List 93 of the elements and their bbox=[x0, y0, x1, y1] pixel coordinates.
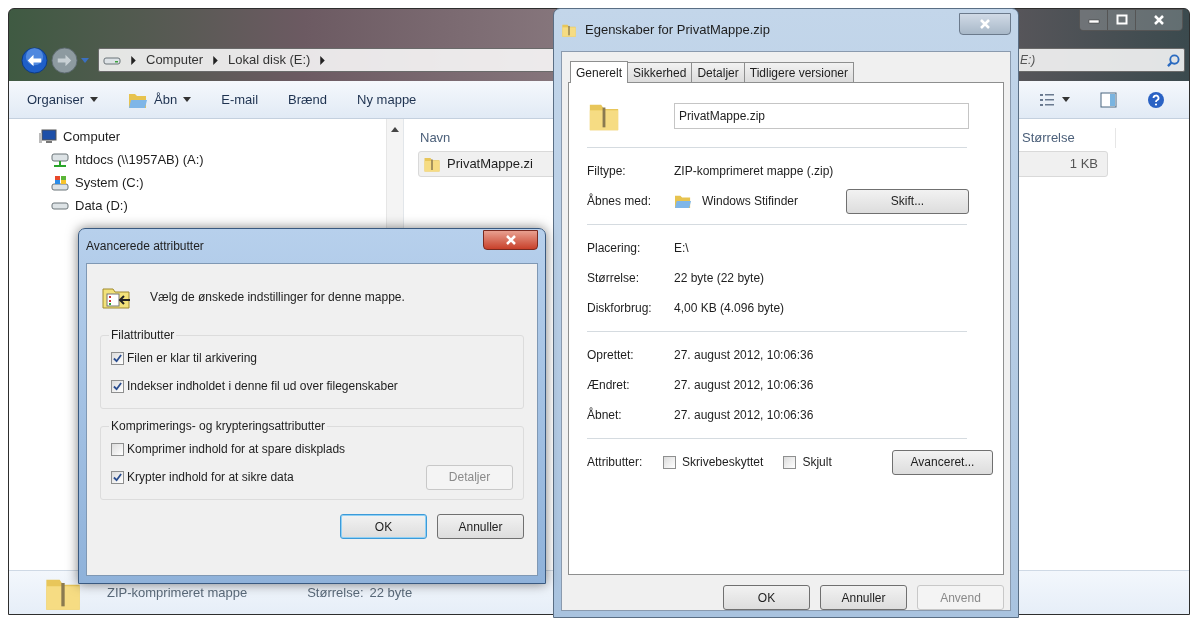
field-label: Ændret: bbox=[587, 377, 631, 394]
file-size: 1 KB bbox=[1068, 155, 1099, 174]
field-value: E:\ bbox=[674, 240, 689, 257]
check-icon bbox=[113, 381, 122, 391]
caret-icon bbox=[183, 97, 192, 102]
breadcrumb-arrow-icon[interactable] bbox=[131, 55, 136, 65]
caret-icon bbox=[90, 97, 99, 102]
file-type: ZIP-komprimeret mappe bbox=[107, 583, 248, 602]
change-button[interactable]: Skift... bbox=[846, 188, 969, 214]
dialog-button[interactable]: OK bbox=[723, 585, 810, 610]
checkbox-label[interactable]: Filen er klar til arkivering bbox=[127, 349, 258, 367]
checkbox-label[interactable]: Komprimer indhold for at spare diskplads bbox=[127, 440, 346, 458]
scroll-up-icon[interactable] bbox=[391, 127, 399, 132]
tree-item[interactable]: Data (D:) bbox=[39, 194, 386, 217]
dialog-button[interactable]: Annuller bbox=[820, 585, 907, 610]
field-value: Windows Stifinder bbox=[702, 193, 800, 210]
window-title: Avancerede attributter bbox=[86, 238, 204, 255]
advanced-button[interactable]: Avanceret... bbox=[892, 449, 993, 475]
windows-drive-icon bbox=[51, 174, 69, 191]
checkbox[interactable] bbox=[783, 455, 797, 469]
breadcrumb-item[interactable]: Computer bbox=[146, 50, 204, 70]
checkbox-label[interactable]: Indekser indholdet i denne fil ud over filegenskaber bbox=[127, 377, 398, 395]
search-placeholder: E:) bbox=[1020, 52, 1036, 69]
drive-icon bbox=[103, 54, 121, 66]
toolbar-button[interactable]: E-mail bbox=[221, 85, 259, 114]
close-icon bbox=[504, 233, 517, 246]
breadcrumb-item[interactable]: Lokal disk (E:) bbox=[228, 50, 311, 70]
field-value: 22 byte (22 byte) bbox=[674, 270, 765, 287]
field-value: 27. august 2012, 10:06:36 bbox=[674, 407, 814, 424]
checkbox[interactable] bbox=[663, 455, 676, 469]
tree-item[interactable]: htdocs (\\1957AB) (A:) bbox=[39, 148, 386, 171]
field-label: Attributter: bbox=[587, 454, 644, 471]
drive-icon bbox=[51, 201, 69, 210]
breadcrumb-arrow-icon[interactable] bbox=[320, 55, 326, 65]
close-icon bbox=[979, 18, 991, 30]
size-value: 22 byte bbox=[369, 583, 413, 602]
close-button[interactable] bbox=[483, 229, 538, 250]
checkbox[interactable] bbox=[111, 379, 124, 393]
checkbox[interactable] bbox=[111, 470, 124, 484]
group-title: Filattributter bbox=[110, 327, 176, 344]
dialog-button[interactable]: Annuller bbox=[437, 514, 524, 539]
tab[interactable]: Tidligere versioner bbox=[743, 62, 855, 82]
field-label: Åbnes med: bbox=[587, 192, 653, 210]
field-label: Placering: bbox=[587, 240, 642, 257]
tree-item[interactable]: System (C:) bbox=[39, 171, 386, 194]
network-drive-icon bbox=[51, 151, 69, 168]
maximize-icon bbox=[1115, 14, 1128, 26]
dialog-button[interactable]: OK bbox=[340, 514, 427, 539]
tab[interactable]: Detaljer bbox=[691, 62, 745, 82]
checkbox[interactable] bbox=[111, 442, 124, 456]
field-value: 27. august 2012, 10:06:36 bbox=[674, 377, 814, 394]
zip-folder-icon bbox=[561, 22, 577, 38]
toolbar-button[interactable]: Organiser bbox=[27, 85, 99, 114]
zip-folder-icon bbox=[423, 155, 441, 173]
list-view-icon bbox=[1040, 92, 1054, 107]
help-icon[interactable] bbox=[1147, 90, 1165, 109]
field-label: Diskforbrug: bbox=[587, 300, 653, 317]
intro-text: Vælg de ønskede indstillinger for denne mappe. bbox=[150, 289, 405, 306]
breadcrumb-arrow-icon[interactable] bbox=[213, 55, 219, 65]
check-icon bbox=[113, 472, 122, 482]
caret-icon bbox=[1062, 97, 1070, 102]
minimize-button[interactable] bbox=[1080, 10, 1108, 30]
toolbar-button[interactable]: Ny mappe bbox=[357, 85, 417, 114]
field-value: 4,00 KB (4.096 byte) bbox=[674, 300, 785, 317]
computer-icon bbox=[39, 128, 57, 145]
search-icon[interactable] bbox=[1167, 53, 1180, 67]
window-title: Egenskaber for PrivatMappe.zip bbox=[585, 21, 770, 40]
size-label: Størrelse: bbox=[307, 583, 364, 602]
tab[interactable]: Sikkerhed bbox=[627, 62, 693, 82]
checkbox-label[interactable]: Krypter indhold for at sikre data bbox=[127, 468, 294, 486]
view-button[interactable] bbox=[1040, 92, 1070, 107]
name-field[interactable]: PrivatMappe.zip bbox=[674, 103, 969, 129]
toolbar-button[interactable]: Brænd bbox=[288, 85, 328, 114]
field-value: 27. august 2012, 10:06:36 bbox=[674, 347, 814, 364]
close-button[interactable] bbox=[1136, 10, 1182, 30]
check-icon bbox=[113, 353, 122, 363]
toolbar-button[interactable]: Åbn bbox=[128, 85, 192, 114]
tab[interactable]: Generelt bbox=[570, 61, 629, 83]
field-value: ZIP-komprimeret mappe (.zip) bbox=[674, 163, 834, 180]
field-label: Åbnet: bbox=[587, 406, 623, 424]
checkbox-label[interactable]: Skjult bbox=[802, 453, 832, 471]
close-button[interactable] bbox=[959, 13, 1011, 35]
file-name: PrivatMappe.zi bbox=[447, 155, 533, 174]
folder-icon bbox=[674, 193, 692, 209]
group-title: Komprimerings- og krypteringsattributter bbox=[110, 418, 327, 435]
field-label: Størrelse: bbox=[587, 270, 640, 287]
close-icon bbox=[1153, 14, 1165, 26]
maximize-button[interactable] bbox=[1108, 10, 1136, 30]
field-label: Filtype: bbox=[587, 163, 627, 180]
checkbox-label[interactable]: Skrivebeskyttet bbox=[682, 453, 764, 471]
tree-item[interactable]: Computer bbox=[39, 125, 386, 148]
field-label: Oprettet: bbox=[587, 347, 635, 364]
checkbox[interactable] bbox=[111, 351, 124, 365]
